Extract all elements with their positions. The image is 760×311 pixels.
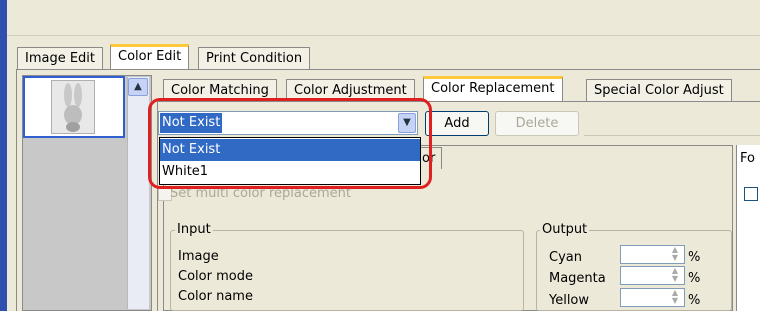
input-row-list: Image Color mode Color name <box>178 246 253 308</box>
toolbar-spacer <box>584 111 760 136</box>
top-toolbar-area <box>7 0 760 36</box>
tab-image-edit[interactable]: Image Edit <box>17 47 104 70</box>
window-left-edge <box>0 0 7 311</box>
input-label-color-name: Color name <box>178 289 253 304</box>
tab-special-color-adjust[interactable]: Special Color Adjust <box>586 79 732 102</box>
tab-color-edit[interactable]: Color Edit <box>110 44 190 69</box>
output-label-magenta: Magenta <box>549 271 606 286</box>
magenta-spin-icon[interactable]: ▲ ▼ <box>668 267 682 284</box>
cyan-unit: % <box>688 250 701 265</box>
output-label-yellow: Yellow <box>549 293 590 308</box>
output-group-title: Output <box>540 222 590 237</box>
yellow-spin-icon[interactable]: ▲ ▼ <box>668 289 682 306</box>
tab-print-condition[interactable]: Print Condition <box>198 47 311 70</box>
input-label-color-mode: Color mode <box>178 269 253 284</box>
magenta-unit: % <box>688 271 701 286</box>
tab-color-replacement[interactable]: Color Replacement <box>423 76 563 101</box>
add-button[interactable]: Add <box>425 111 489 136</box>
right-panel-checkbox[interactable] <box>744 187 758 201</box>
yellow-unit: % <box>688 293 701 308</box>
thumbnail-scrollbar[interactable] <box>127 77 149 309</box>
input-label-image: Image <box>178 249 219 264</box>
output-label-cyan: Cyan <box>549 250 582 265</box>
cyan-spin-icon[interactable]: ▲ ▼ <box>668 246 682 263</box>
right-panel-tab[interactable]: Fo <box>740 148 755 170</box>
rabbit-image-thumbnail <box>51 80 95 134</box>
delete-button[interactable]: Delete <box>495 111 579 136</box>
highlight-annotation <box>148 98 432 189</box>
scroll-up-icon[interactable]: ▲ <box>128 78 148 96</box>
input-group-title: Input <box>175 222 213 237</box>
